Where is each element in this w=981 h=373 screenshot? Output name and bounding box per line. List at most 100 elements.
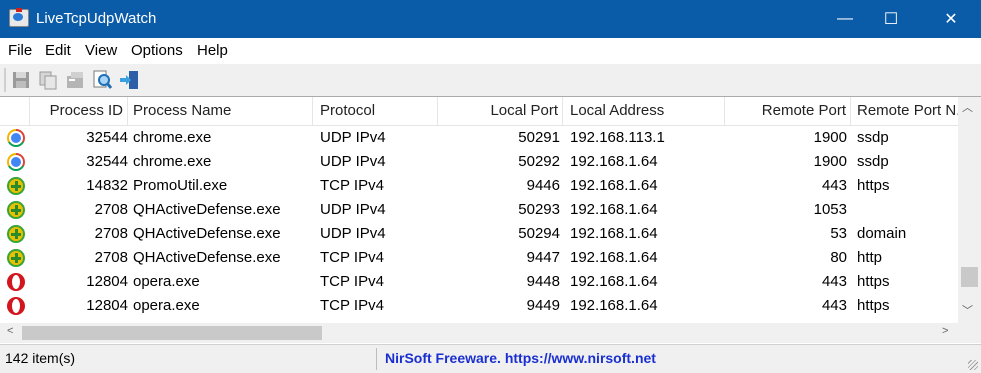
process-id-cell: 32544 [86,129,128,146]
process-name-cell: opera.exe [133,297,200,314]
app-icon [9,8,29,27]
menu-edit[interactable]: Edit [45,42,71,59]
close-button[interactable]: ✕ [924,0,978,38]
table-row[interactable]: 2708 QHActiveDefense.exe UDP IPv4 50294 192.… [0,222,958,246]
column-header-remote-port-name[interactable]: Remote Port N... [851,97,958,125]
remote-port-name-cell: ssdp [857,129,889,146]
remote-port-cell: 80 [830,249,847,266]
local-port-cell: 9447 [526,249,560,266]
table-row[interactable]: 32544 chrome.exe UDP IPv4 50292 192.168.1.64… [0,150,958,174]
remote-port-name-cell: ssdp [857,153,889,170]
table-row[interactable]: 12804 opera.exe TCP IPv4 9449 192.168.1.64 44… [0,294,958,318]
column-header-process-id[interactable]: Process ID [30,97,128,125]
process-name-cell: QHActiveDefense.exe [133,249,281,266]
protocol-cell: TCP IPv4 [320,249,384,266]
menu-file[interactable]: File [8,42,32,59]
resize-grip-icon[interactable] [968,360,978,370]
exit-icon[interactable] [118,69,140,91]
process-id-cell: 2708 [94,225,128,242]
local-address-cell: 192.168.1.64 [570,177,658,194]
vertical-scroll-thumb[interactable] [961,267,978,287]
column-header-icon[interactable] [0,97,30,125]
remote-port-name-cell: https [857,177,890,194]
process-id-cell: 14832 [86,177,128,194]
table-row[interactable]: 2708 QHActiveDefense.exe UDP IPv4 50293 192.… [0,198,958,222]
table-row[interactable]: 12804 opera.exe TCP IPv4 9448 192.168.1.64 44… [0,270,958,294]
remote-port-name-cell: domain [857,225,907,242]
horizontal-scrollbar[interactable]: < > [0,323,958,343]
protocol-cell: UDP IPv4 [320,201,386,218]
scroll-up-icon[interactable]: ︿ [962,99,973,115]
toolbar [0,64,981,97]
scrollbar-corner [958,323,981,343]
local-address-cell: 192.168.113.1 [570,129,665,146]
scroll-left-icon[interactable]: < [7,325,13,337]
menu-options[interactable]: Options [131,42,183,59]
opera-icon [7,273,25,291]
process-name-cell: QHActiveDefense.exe [133,201,281,218]
local-port-cell: 9449 [526,297,560,314]
remote-port-name-cell: https [857,297,890,314]
properties-icon[interactable] [64,69,86,91]
process-id-cell: 2708 [94,201,128,218]
column-header-protocol[interactable]: Protocol [313,97,438,125]
local-port-cell: 9446 [526,177,560,194]
process-name-cell: opera.exe [133,273,200,290]
menu-view[interactable]: View [85,42,117,59]
remote-port-cell: 443 [821,177,847,194]
nirsoft-link[interactable]: NirSoft Freeware. https://www.nirsoft.ne… [385,350,656,366]
scroll-down-icon[interactable]: ﹀ [962,302,973,318]
protocol-cell: TCP IPv4 [320,273,384,290]
opera-icon [7,297,25,315]
process-id-cell: 32544 [86,153,128,170]
item-count: 142 item(s) [5,350,76,366]
find-icon[interactable] [91,69,113,91]
local-address-cell: 192.168.1.64 [570,249,658,266]
column-header-local-address[interactable]: Local Address [563,97,725,125]
process-id-cell: 2708 [94,249,128,266]
local-address-cell: 192.168.1.64 [570,201,658,218]
protocol-cell: UDP IPv4 [320,225,386,242]
plus-shield-icon [7,201,25,219]
remote-port-cell: 53 [830,225,847,242]
local-port-cell: 50293 [518,201,560,218]
save-icon[interactable] [10,69,32,91]
copy-icon[interactable] [37,69,59,91]
plus-shield-icon [7,225,25,243]
chrome-icon [7,153,25,171]
protocol-cell: TCP IPv4 [320,297,384,314]
local-address-cell: 192.168.1.64 [570,273,658,290]
remote-port-cell: 1900 [813,153,847,170]
local-address-cell: 192.168.1.64 [570,153,658,170]
connections-list[interactable]: Process ID Process Name Protocol Local P… [0,96,981,345]
column-header-process-name[interactable]: Process Name [128,97,313,125]
status-bar: 142 item(s) NirSoft Freeware. https://ww… [0,344,981,373]
column-header-remote-port[interactable]: Remote Port [725,97,851,125]
process-name-cell: chrome.exe [133,129,212,146]
maximize-button[interactable]: ☐ [864,0,918,38]
remote-port-name-cell: http [857,249,883,266]
process-id-cell: 12804 [86,297,128,314]
vertical-scrollbar[interactable]: ︿ ﹀ [958,97,981,323]
local-port-cell: 50294 [518,225,560,242]
remote-port-name-cell: https [857,273,890,290]
column-header-local-port[interactable]: Local Port [438,97,563,125]
remote-port-cell: 443 [821,297,847,314]
local-port-cell: 9448 [526,273,560,290]
title-bar: LiveTcpUdpWatch — ☐ ✕ [0,0,981,38]
status-divider [376,348,377,370]
table-row[interactable]: 32544 chrome.exe UDP IPv4 50291 192.168.113.… [0,126,958,150]
local-address-cell: 192.168.1.64 [570,225,658,242]
local-address-cell: 192.168.1.64 [570,297,658,314]
scroll-right-icon[interactable]: > [942,325,948,337]
menu-help[interactable]: Help [197,42,228,59]
plus-shield-icon [7,177,25,195]
table-row[interactable]: 14832 PromoUtil.exe TCP IPv4 9446 192.168.1.… [0,174,958,198]
process-id-cell: 12804 [86,273,128,290]
process-name-cell: chrome.exe [133,153,212,170]
protocol-cell: UDP IPv4 [320,129,386,146]
horizontal-scroll-thumb[interactable] [22,326,322,340]
table-row[interactable]: 2708 QHActiveDefense.exe TCP IPv4 9447 192.1… [0,246,958,270]
process-name-cell: QHActiveDefense.exe [133,225,281,242]
protocol-cell: TCP IPv4 [320,177,384,194]
